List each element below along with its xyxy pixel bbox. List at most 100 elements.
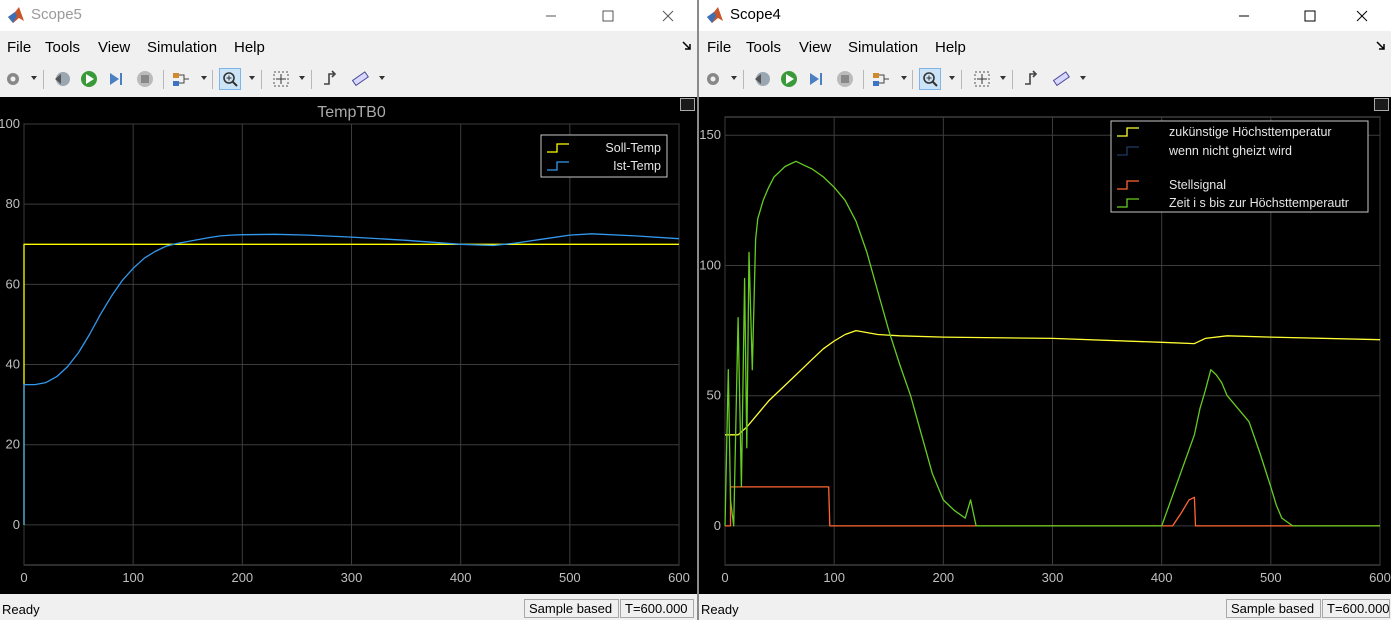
menu-simulation[interactable]: Simulation (848, 39, 918, 56)
y-tick-label: 150 (699, 127, 721, 142)
run-button[interactable] (778, 68, 800, 90)
signal-highlight-icon (873, 73, 889, 86)
legend-label: wenn nicht gheizt wird (1168, 144, 1292, 158)
time-series-plot[interactable]: 0 100 200 300 400 500 600 0 50 100 150 zukünstige H… (699, 97, 1391, 594)
step-forward-button[interactable] (805, 68, 827, 90)
toolbar-separator (1012, 70, 1013, 89)
trigger-button[interactable] (320, 68, 342, 90)
x-tick-label: 300 (341, 570, 363, 585)
stop-button[interactable] (834, 68, 856, 90)
play-icon (81, 71, 97, 87)
measurements-dropdown-icon[interactable] (1080, 76, 1086, 80)
fit-dropdown-icon[interactable] (1000, 76, 1006, 80)
menu-help[interactable]: Help (935, 39, 966, 56)
fit-to-view-button[interactable] (971, 68, 993, 90)
zoom-dropdown-icon[interactable] (949, 76, 955, 80)
measurements-button[interactable] (350, 68, 372, 90)
menu-view[interactable]: View (799, 39, 831, 56)
scope-plot-area[interactable]: 0 100 200 300 400 500 600 0 50 100 150 zukünstige H… (699, 97, 1391, 594)
menu-file[interactable]: File (7, 39, 31, 56)
close-button[interactable] (645, 0, 691, 31)
menu-tools[interactable]: Tools (45, 39, 80, 56)
zoom-button[interactable] (219, 68, 241, 90)
highlight-dropdown-icon[interactable] (901, 76, 907, 80)
zoom-button[interactable] (919, 68, 941, 90)
status-sim-time: T=600.000 (620, 599, 694, 618)
run-button[interactable] (78, 68, 100, 90)
step-forward-button[interactable] (105, 68, 127, 90)
fit-to-view-button[interactable] (270, 68, 292, 90)
trigger-button[interactable] (1021, 68, 1043, 90)
gear-icon (7, 73, 19, 85)
close-icon (662, 10, 674, 21)
restore-view-button[interactable] (680, 98, 695, 111)
menu-help[interactable]: Help (234, 39, 265, 56)
fit-dropdown-icon[interactable] (299, 76, 305, 80)
status-sim-time: T=600.000 (1322, 599, 1390, 618)
matlab-logo-icon (707, 7, 723, 23)
status-bar: Ready Sample based T=600.000 (699, 596, 1391, 620)
zoom-dropdown-icon[interactable] (249, 76, 255, 80)
settings-button[interactable] (2, 68, 24, 90)
close-icon (1356, 10, 1368, 21)
y-tick-label: 0 (13, 517, 20, 532)
toolbar-separator (43, 70, 44, 89)
scope-plot-area[interactable]: 0 100 200 300 400 500 600 0 20 40 60 80 100 TempTB0 So… (0, 97, 697, 594)
status-ready: Ready (2, 602, 40, 617)
y-tick-label: 80 (6, 196, 20, 211)
step-back-icon (755, 72, 770, 86)
x-tick-label: 600 (1369, 570, 1391, 585)
x-tick-label: 100 (823, 570, 845, 585)
menu-tools[interactable]: Tools (746, 39, 781, 56)
undock-arrow-icon[interactable] (1375, 40, 1387, 52)
minimize-button[interactable] (528, 0, 574, 31)
menu-simulation[interactable]: Simulation (147, 39, 217, 56)
y-tick-label: 60 (6, 276, 20, 291)
title-bar[interactable]: Scope5 (0, 0, 697, 31)
stop-button[interactable] (134, 68, 156, 90)
highlight-button[interactable] (170, 68, 192, 90)
y-tick-label: 0 (714, 518, 721, 533)
trigger-icon (324, 70, 337, 85)
toolbar-separator (863, 70, 864, 89)
title-bar[interactable]: Scope4 (699, 0, 1391, 31)
y-tick-label: 100 (0, 116, 20, 131)
x-tick-label: 400 (450, 570, 472, 585)
undock-arrow-icon[interactable] (681, 40, 693, 52)
settings-dropdown-icon[interactable] (31, 76, 37, 80)
y-tick-label: 50 (707, 388, 721, 403)
menu-view[interactable]: View (98, 39, 130, 56)
ruler-icon (1052, 71, 1070, 87)
x-tick-label: 600 (668, 570, 690, 585)
status-bar: Ready Sample based T=600.000 (0, 596, 697, 620)
highlight-dropdown-icon[interactable] (201, 76, 207, 80)
maximize-button[interactable] (585, 0, 631, 31)
close-button[interactable] (1339, 0, 1385, 31)
toolbar-separator (212, 70, 213, 89)
window-title: Scope5 (31, 6, 82, 23)
x-tick-label: 300 (1042, 570, 1064, 585)
step-back-button[interactable] (751, 68, 773, 90)
stop-icon (137, 71, 153, 87)
minimize-icon (1239, 15, 1249, 16)
legend-label: Soll-Temp (605, 141, 661, 155)
maximize-icon (1304, 10, 1316, 21)
settings-dropdown-icon[interactable] (731, 76, 737, 80)
maximize-button[interactable] (1287, 0, 1333, 31)
status-sample-mode: Sample based (1226, 599, 1321, 618)
y-tick-label: 100 (699, 257, 721, 272)
menu-file[interactable]: File (707, 39, 731, 56)
settings-button[interactable] (702, 68, 724, 90)
x-tick-label: 100 (122, 570, 144, 585)
autoscale-icon (273, 71, 289, 87)
legend-label: Zeit i s bis zur Höchsttemperautr (1169, 196, 1349, 210)
ruler-icon (351, 71, 369, 87)
measurements-dropdown-icon[interactable] (379, 76, 385, 80)
time-series-plot[interactable]: 0 100 200 300 400 500 600 0 20 40 60 80 100 TempTB0 So… (0, 97, 697, 594)
step-back-button[interactable] (51, 68, 73, 90)
restore-view-button[interactable] (1374, 98, 1389, 111)
maximize-icon (602, 10, 614, 21)
measurements-button[interactable] (1051, 68, 1073, 90)
highlight-button[interactable] (870, 68, 892, 90)
minimize-button[interactable] (1221, 0, 1267, 31)
